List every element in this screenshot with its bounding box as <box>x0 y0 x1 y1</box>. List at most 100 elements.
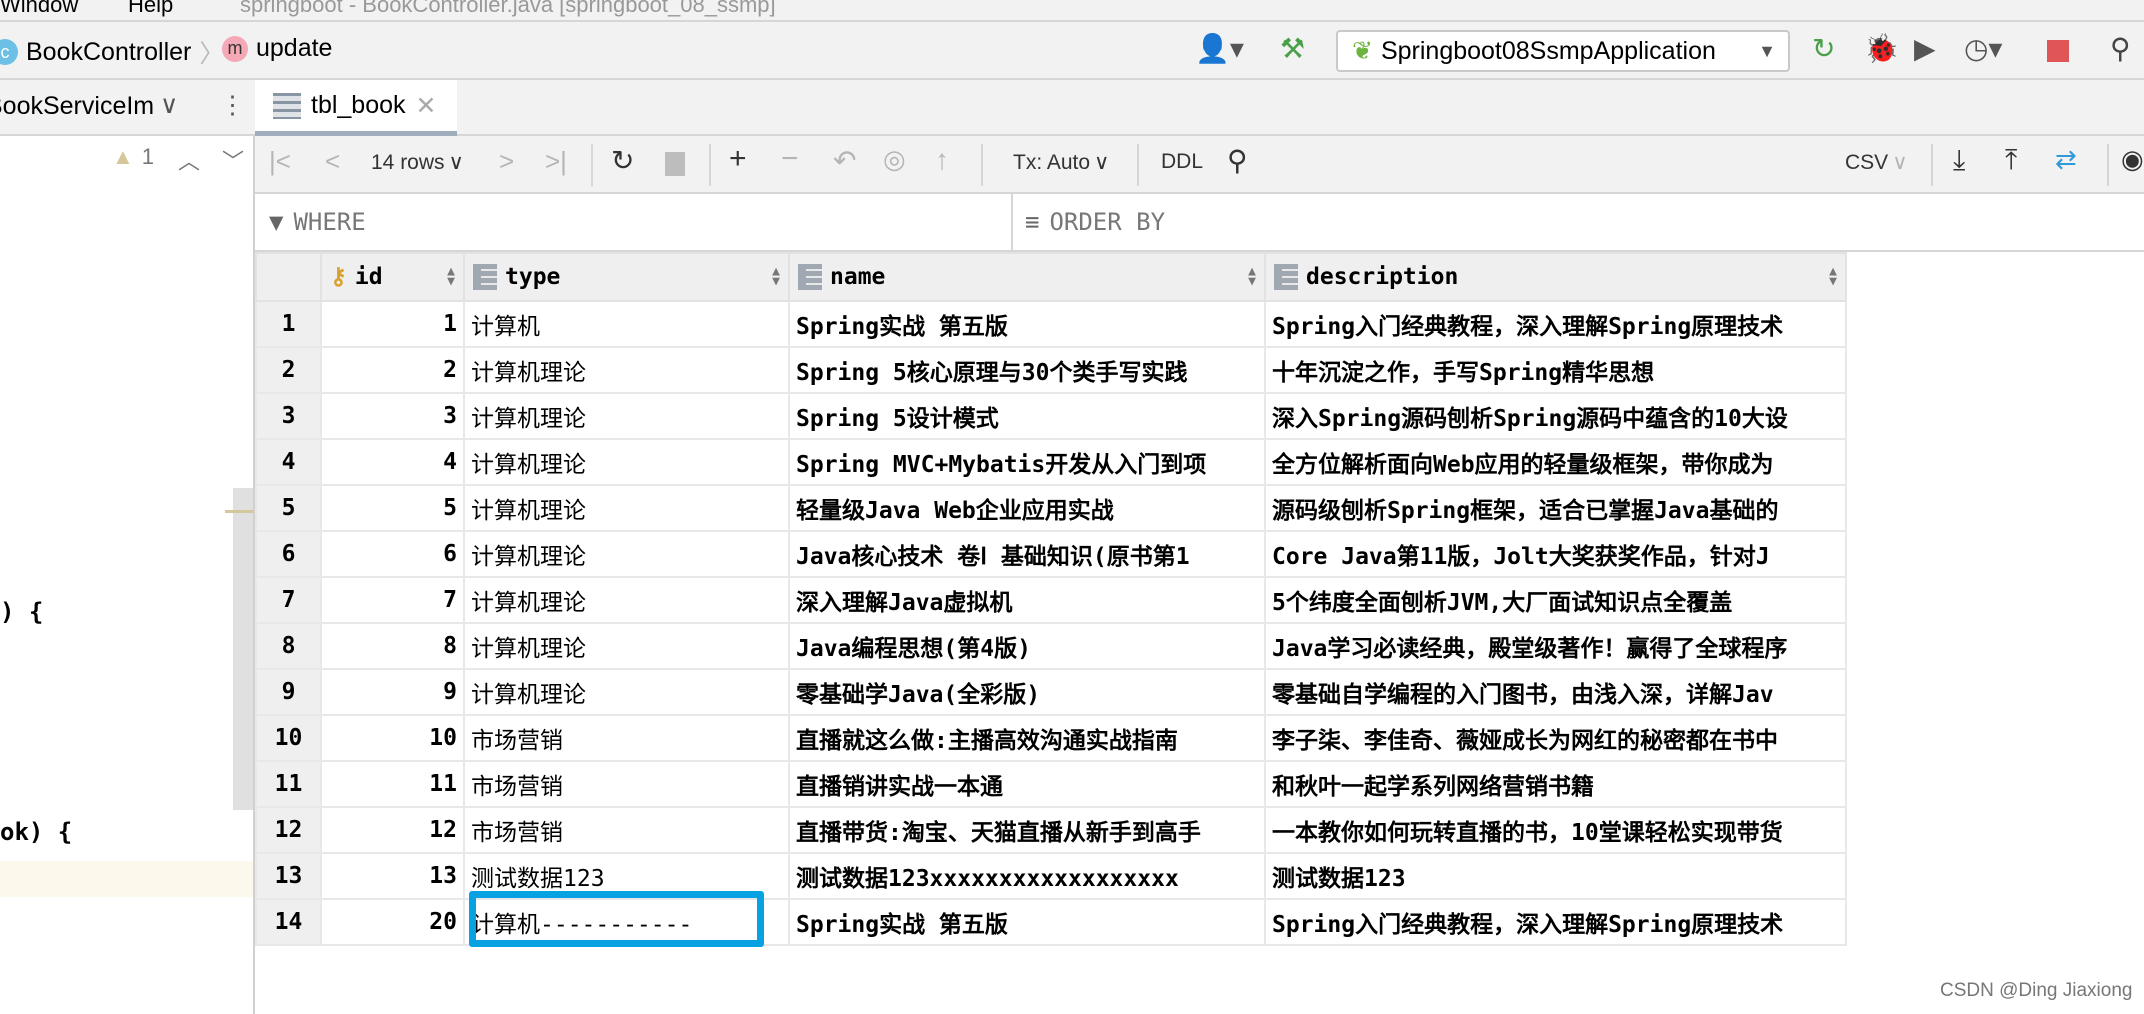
chevron-up-icon[interactable]: ︿ <box>178 144 200 176</box>
search-icon[interactable]: ⚲ <box>1227 144 1248 177</box>
editor-tab[interactable]: BookServiceIm ∨ ⋮ <box>0 80 255 136</box>
menu-help[interactable]: Help <box>128 0 173 18</box>
cell-type[interactable]: 计算机理论 <box>463 576 790 624</box>
warnings-indicator[interactable]: ▲ 1 ︿ ﹀ <box>112 144 244 176</box>
sort-icon[interactable]: ▲ ▼ <box>1248 265 1256 288</box>
where-filter-input[interactable]: ▼ WHERE <box>269 208 366 236</box>
scrollbar-thumb[interactable] <box>233 488 253 810</box>
cell-id[interactable]: 4 <box>320 438 465 486</box>
coverage-icon[interactable]: ▶ <box>1914 32 1936 65</box>
chevron-down-icon[interactable]: ∨ <box>160 90 178 120</box>
table-row[interactable]: 9 9 计算机理论 零基础学Java(全彩版) 零基础自学编程的入门图书，由浅入深，详解… <box>255 668 1847 716</box>
row-number[interactable]: 6 <box>255 530 322 578</box>
cell-type[interactable]: 市场营销 <box>463 714 790 762</box>
breadcrumb-method[interactable]: m update <box>222 34 332 63</box>
cell-name[interactable]: Spring 5设计模式 <box>788 392 1266 440</box>
add-row-icon[interactable]: + <box>729 142 747 176</box>
cell-description[interactable]: 一本教你如何玩转直播的书，10堂课轻松实现带货 <box>1264 806 1847 854</box>
cell-description[interactable]: 深入Spring源码刨析Spring源码中蕴含的10大设 <box>1264 392 1847 440</box>
cell-name[interactable]: 直播带货:淘宝、天猫直播从新手到高手 <box>788 806 1266 854</box>
cell-description[interactable]: 十年沉淀之作，手写Spring精华思想 <box>1264 346 1847 394</box>
cell-id[interactable]: 11 <box>320 760 465 808</box>
row-number[interactable]: 9 <box>255 668 322 716</box>
sort-icon[interactable]: ▲ ▼ <box>447 265 455 288</box>
sort-icon[interactable]: ▲ ▼ <box>1829 265 1837 288</box>
cell-name[interactable]: Spring 5核心原理与30个类手写实践 <box>788 346 1266 394</box>
table-row[interactable]: 10 10 市场营销 直播就这么做:主播高效沟通实战指南 李子柒、李佳奇、薇娅成长为网红… <box>255 714 1847 762</box>
cell-description[interactable]: 和秋叶一起学系列网络营销书籍 <box>1264 760 1847 808</box>
row-number[interactable]: 11 <box>255 760 322 808</box>
stop-query-icon[interactable] <box>665 152 685 176</box>
cell-name[interactable]: Java核心技术 卷Ⅰ 基础知识(原书第1 <box>788 530 1266 578</box>
cell-description[interactable]: Spring入门经典教程，深入理解Spring原理技术 <box>1264 898 1847 946</box>
column-header-type[interactable]: type ▲ ▼ <box>463 252 790 302</box>
cell-id[interactable]: 10 <box>320 714 465 762</box>
revert-icon[interactable]: ↶ <box>833 144 856 177</box>
export-format-select[interactable]: CSV ∨ <box>1845 150 1908 175</box>
table-row[interactable]: 2 2 计算机理论 Spring 5核心原理与30个类手写实践 十年沉淀之作，手写Spr… <box>255 346 1847 394</box>
delete-row-icon[interactable]: − <box>781 142 799 176</box>
row-number[interactable]: 3 <box>255 392 322 440</box>
cell-description[interactable]: 5个纬度全面刨析JVM,大厂面试知识点全覆盖 <box>1264 576 1847 624</box>
cell-name[interactable]: 测试数据123xxxxxxxxxxxxxxxxxx <box>788 852 1266 900</box>
submit-icon[interactable]: ↑ <box>935 144 949 176</box>
menu-window[interactable]: Window <box>0 0 78 18</box>
next-page-icon[interactable]: > <box>499 146 514 177</box>
cell-description[interactable]: 零基础自学编程的入门图书，由浅入深，详解Jav <box>1264 668 1847 716</box>
cell-description[interactable]: 全方位解析面向Web应用的轻量级框架，带你成为 <box>1264 438 1847 486</box>
cell-type[interactable]: 计算机理论 <box>463 484 790 532</box>
cell-description[interactable]: 源码级刨析Spring框架，适合已掌握Java基础的 <box>1264 484 1847 532</box>
cell-description[interactable]: Core Java第11版，Jolt大奖获奖作品，针对J <box>1264 530 1847 578</box>
cell-id[interactable]: 9 <box>320 668 465 716</box>
refresh-icon[interactable]: ↻ <box>611 144 634 177</box>
cell-type[interactable]: 市场营销 <box>463 806 790 854</box>
search-icon[interactable]: ⚲ <box>2110 32 2131 65</box>
cell-name[interactable]: Spring MVC+Mybatis开发从入门到项 <box>788 438 1266 486</box>
first-page-icon[interactable]: |< <box>269 146 291 177</box>
cell-id[interactable]: 8 <box>320 622 465 670</box>
cell-type[interactable]: 计算机理论 <box>463 438 790 486</box>
upload-icon[interactable]: ⤒ <box>2005 144 2017 177</box>
table-row[interactable]: 3 3 计算机理论 Spring 5设计模式 深入Spring源码刨析Spring源码中… <box>255 392 1847 440</box>
chevron-down-icon[interactable]: ﹀ <box>222 144 244 176</box>
row-number[interactable]: 5 <box>255 484 322 532</box>
profile-icon[interactable]: ◷▾ <box>1964 32 2003 65</box>
column-header-name[interactable]: name ▲ ▼ <box>788 252 1266 302</box>
row-number[interactable]: 14 <box>255 898 322 946</box>
row-number[interactable]: 4 <box>255 438 322 486</box>
table-row[interactable]: 11 11 市场营销 直播销讲实战一本通 和秋叶一起学系列网络营销书籍 <box>255 760 1847 808</box>
cell-name[interactable]: 轻量级Java Web企业应用实战 <box>788 484 1266 532</box>
sort-icon[interactable]: ▲ ▼ <box>772 265 780 288</box>
row-number[interactable]: 10 <box>255 714 322 762</box>
cell-type[interactable]: 计算机理论 <box>463 530 790 578</box>
column-header-id[interactable]: ⚷ id ▲ ▼ <box>320 252 465 302</box>
row-number[interactable]: 12 <box>255 806 322 854</box>
build-hammer-icon[interactable]: ⚒ <box>1280 32 1305 65</box>
table-row[interactable]: 1 1 计算机 Spring实战 第五版 Spring入门经典教程，深入理解Spring… <box>255 300 1847 348</box>
cell-description[interactable]: 李子柒、李佳奇、薇娅成长为网红的秘密都在书中 <box>1264 714 1847 762</box>
row-number[interactable]: 7 <box>255 576 322 624</box>
cell-id[interactable]: 1 <box>320 300 465 348</box>
row-number[interactable]: 8 <box>255 622 322 670</box>
breadcrumb-class[interactable]: c BookController 〉 <box>0 34 224 70</box>
user-icon[interactable]: 👤▾ <box>1195 32 1244 65</box>
order-by-input[interactable]: ≡ ORDER BY <box>1025 208 1165 236</box>
debug-icon[interactable]: 🐞 <box>1864 32 1899 65</box>
cell-name[interactable]: 深入理解Java虚拟机 <box>788 576 1266 624</box>
table-row[interactable]: 12 12 市场营销 直播带货:淘宝、天猫直播从新手到高手 一本教你如何玩转直播的书，1… <box>255 806 1847 854</box>
last-page-icon[interactable]: >| <box>545 146 567 177</box>
cell-name[interactable]: 直播销讲实战一本通 <box>788 760 1266 808</box>
table-row[interactable]: 8 8 计算机理论 Java编程思想(第4版) Java学习必读经典，殿堂级著作！赢得了… <box>255 622 1847 670</box>
cell-id[interactable]: 2 <box>320 346 465 394</box>
cell-type[interactable]: 计算机理论 <box>463 668 790 716</box>
cell-id[interactable]: 5 <box>320 484 465 532</box>
close-icon[interactable]: ✕ <box>416 91 437 121</box>
table-row[interactable]: 4 4 计算机理论 Spring MVC+Mybatis开发从入门到项 全方位解析面向W… <box>255 438 1847 486</box>
tab-tbl-book[interactable]: tbl_book ✕ <box>255 80 457 136</box>
rows-selector[interactable]: 14 rows ∨ <box>371 150 464 175</box>
cell-type[interactable]: 计算机 <box>463 300 790 348</box>
cell-name[interactable]: Spring实战 第五版 <box>788 300 1266 348</box>
transaction-mode-select[interactable]: Tx: Auto ∨ <box>1013 150 1109 175</box>
stop-icon[interactable] <box>2047 40 2069 62</box>
cell-id[interactable]: 20 <box>320 898 465 946</box>
